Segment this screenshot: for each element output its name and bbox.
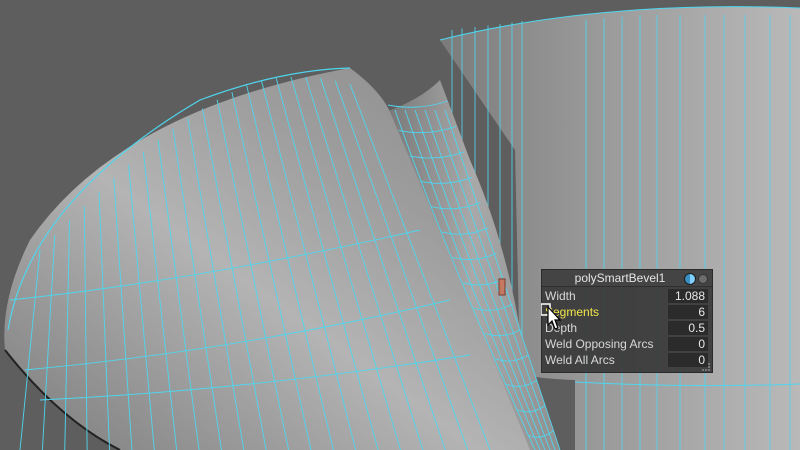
bevel-node-icon[interactable] (684, 273, 696, 285)
selected-edge-handle[interactable] (498, 278, 506, 296)
attr-label: Weld Opposing Arcs (545, 337, 654, 351)
3d-viewport[interactable]: polySmartBevel1 Width 1.088 Segments 6 D… (0, 0, 800, 450)
attr-row-segments[interactable]: Segments 6 (542, 304, 712, 320)
in-view-editor-panel[interactable]: polySmartBevel1 Width 1.088 Segments 6 D… (541, 269, 713, 373)
panel-header[interactable]: polySmartBevel1 (542, 270, 712, 287)
attr-row-weld-opposing-arcs[interactable]: Weld Opposing Arcs 0 (542, 336, 712, 352)
depth-field[interactable]: 0.5 (668, 321, 708, 335)
attr-label: Width (545, 289, 576, 303)
weld-opposing-arcs-field[interactable]: 0 (668, 337, 708, 351)
mouse-cursor-icon (541, 303, 562, 330)
close-icon[interactable] (698, 274, 708, 284)
attr-label: Weld All Arcs (545, 353, 615, 367)
attr-row-depth[interactable]: Depth 0.5 (542, 320, 712, 336)
attr-row-width[interactable]: Width 1.088 (542, 288, 712, 304)
viewport-scene[interactable] (0, 0, 800, 450)
node-title: polySmartBevel1 (574, 271, 666, 285)
attr-row-weld-all-arcs[interactable]: Weld All Arcs 0 (542, 352, 712, 368)
width-field[interactable]: 1.088 (668, 289, 708, 303)
resize-grip-icon[interactable] (702, 363, 710, 371)
segments-field[interactable]: 6 (668, 305, 708, 319)
